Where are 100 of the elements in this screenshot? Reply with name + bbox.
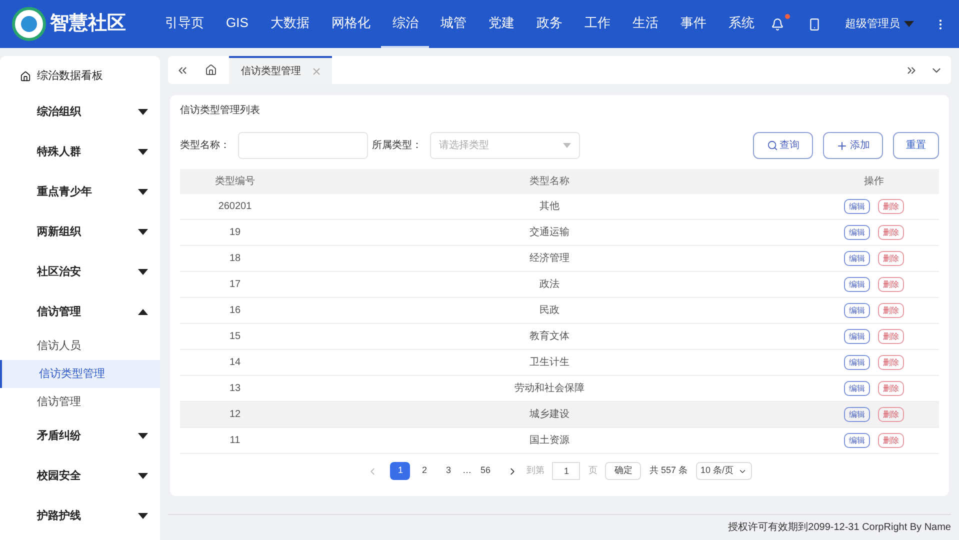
nav-tab[interactable]: 政务 [525, 0, 574, 48]
page-input[interactable]: 1 [552, 462, 580, 480]
table-cell-text: 民政 [538, 304, 560, 318]
page-button[interactable]: 3 [438, 462, 458, 480]
home-icon [20, 70, 31, 82]
delete-button[interactable]: 删除 [878, 277, 904, 292]
caret-icon [138, 309, 148, 315]
caret-icon [138, 189, 148, 195]
goto-label: 到第 [526, 464, 544, 478]
phone-icon[interactable] [808, 18, 821, 30]
caret-icon [138, 513, 148, 519]
plus-icon [836, 140, 848, 152]
edit-button[interactable]: 编辑 [844, 303, 870, 318]
nav-tab[interactable]: 工作 [573, 0, 622, 48]
nav-tab[interactable]: 系统 [717, 0, 766, 48]
nav-tab[interactable]: 城管 [429, 0, 478, 48]
delete-button[interactable]: 删除 [878, 329, 904, 344]
caret-icon [138, 229, 148, 235]
logo-icon [12, 7, 46, 41]
sidebar-group[interactable]: 综治组织 [0, 92, 160, 132]
sidebar-group[interactable]: 社区治安 [0, 252, 160, 292]
sidebar-group[interactable]: 信访管理 [0, 292, 160, 332]
page-ellipsis: … [462, 464, 472, 478]
sidebar-group[interactable]: 护路护线 [0, 496, 160, 536]
sidebar-item[interactable]: 综治数据看板 [0, 60, 160, 92]
nav-tab[interactable]: 网格化 [320, 0, 382, 48]
nav-tab[interactable]: 大数据 [259, 0, 320, 48]
table-cell-text: 政法 [538, 278, 560, 292]
edit-button[interactable]: 编辑 [844, 407, 870, 422]
footer-text: 授权许可有效期到2099-12-31 CorpRight By Name [728, 520, 951, 535]
home-icon[interactable] [205, 64, 217, 76]
delete-button[interactable]: 删除 [878, 381, 904, 396]
nav-tab[interactable]: 党建 [477, 0, 526, 48]
sidebar-group[interactable]: 特殊人群 [0, 132, 160, 172]
column-header: 操作 [863, 175, 885, 189]
column-header: 类型名称 [528, 174, 570, 189]
edit-button[interactable]: 编辑 [844, 225, 870, 240]
table-cell-text: 13 [228, 382, 242, 396]
edit-button[interactable]: 编辑 [844, 355, 870, 370]
table-cell-text: 城乡建设 [528, 408, 570, 422]
total-count: 共 557 条 [649, 464, 688, 478]
edit-button[interactable]: 编辑 [844, 433, 870, 448]
edit-button[interactable]: 编辑 [844, 199, 870, 214]
filter-label: 所属类型： [372, 138, 422, 153]
nav-tab[interactable]: GIS [215, 0, 260, 48]
table-cell-text: 劳动和社会保障 [514, 382, 586, 396]
delete-button[interactable]: 删除 [878, 199, 904, 214]
caret-icon [138, 473, 148, 479]
sidebar-group[interactable]: 校园安全 [0, 456, 160, 496]
table-cell-text: 交通运输 [528, 226, 570, 240]
page-tab[interactable]: 信访类型管理 [229, 56, 332, 84]
input-field[interactable] [238, 132, 368, 159]
search-button[interactable]: 查询 [753, 132, 813, 159]
edit-button[interactable]: 编辑 [844, 277, 870, 292]
reset-button[interactable]: 重置 [893, 132, 939, 159]
column-header: 类型编号 [214, 174, 256, 189]
delete-button[interactable]: 删除 [878, 225, 904, 240]
sidebar-subitem[interactable]: 信访人员 [0, 332, 160, 360]
table-cell-text: 18 [228, 252, 242, 266]
page-button[interactable]: 2 [414, 462, 434, 480]
caret-icon [563, 143, 571, 148]
table-cell-text: 14 [228, 356, 242, 370]
page-unit: 页 [588, 464, 598, 478]
nav-tab[interactable]: 事件 [669, 0, 718, 48]
table-cell-text: 16 [228, 304, 242, 318]
edit-button[interactable]: 编辑 [844, 329, 870, 344]
page-size-select[interactable]: 10 条/页 [696, 462, 752, 480]
delete-button[interactable]: 删除 [878, 251, 904, 266]
edit-button[interactable]: 编辑 [844, 381, 870, 396]
caret-icon [138, 149, 148, 155]
user-menu[interactable]: 超级管理员 [845, 16, 914, 32]
sidebar-group[interactable]: 矛盾纠纷 [0, 416, 160, 456]
caret-icon [138, 109, 148, 115]
table-cell-text: 19 [228, 226, 242, 240]
page-button[interactable]: 56 [475, 462, 496, 480]
nav-tab[interactable]: 综治 [381, 0, 430, 48]
table-cell-text: 11 [228, 434, 242, 448]
nav-tab[interactable]: 生活 [621, 0, 670, 48]
table-cell-text: 12 [228, 408, 242, 422]
table-cell-text: 卫生计生 [528, 356, 570, 370]
table-cell-text: 17 [228, 278, 242, 292]
delete-button[interactable]: 删除 [878, 407, 904, 422]
confirm-button[interactable]: 确定 [605, 462, 642, 480]
table-cell-text: 其他 [538, 200, 560, 214]
delete-button[interactable]: 删除 [878, 303, 904, 318]
sidebar-group[interactable]: 两新组织 [0, 212, 160, 252]
delete-button[interactable]: 删除 [878, 433, 904, 448]
add-button[interactable]: 添加 [823, 132, 883, 159]
caret-icon [138, 433, 148, 439]
sidebar-subitem[interactable]: 信访类型管理 [0, 360, 160, 388]
search-icon [766, 140, 778, 151]
page-button[interactable]: 1 [390, 462, 410, 480]
table-cell-text: 经济管理 [528, 252, 570, 266]
sidebar-subitem[interactable]: 信访管理 [0, 388, 160, 416]
sidebar-group[interactable]: 重点青少年 [0, 172, 160, 212]
table-cell-text: 15 [228, 330, 242, 344]
edit-button[interactable]: 编辑 [844, 251, 870, 266]
logo-text: 智慧社区 [50, 12, 126, 36]
nav-tab[interactable]: 引导页 [154, 0, 215, 48]
delete-button[interactable]: 删除 [878, 355, 904, 370]
